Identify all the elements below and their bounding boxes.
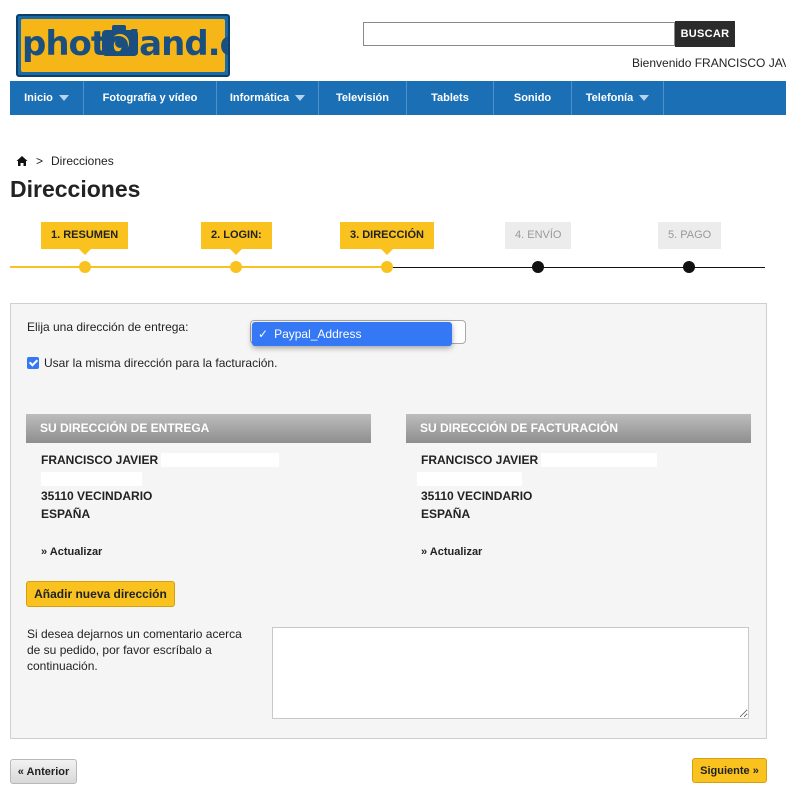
option-label: Paypal_Address xyxy=(274,327,362,341)
delivery-country: ESPAÑA xyxy=(41,507,91,521)
nav-item-informatica[interactable]: Informática xyxy=(217,81,319,115)
step-login[interactable]: 2. LOGIN: xyxy=(201,222,272,255)
nav-item-label: Televisión xyxy=(336,92,389,104)
nav-item-fotografia[interactable]: Fotografía y vídeo xyxy=(84,81,217,115)
delivery-update-link[interactable]: » Actualizar xyxy=(41,546,102,558)
step-dot-direccion xyxy=(381,261,393,273)
search-button[interactable]: BUSCAR xyxy=(675,21,735,47)
comment-prompt: Si desea dejarnos un comentario acerca d… xyxy=(27,627,242,673)
nav-item-tablets[interactable]: Tablets xyxy=(407,81,494,115)
step-dot-envio xyxy=(532,261,544,273)
delivery-name: FRANCISCO JAVIER xyxy=(41,453,159,467)
main-nav: Inicio Fotografía y vídeo Informática Te… xyxy=(10,81,786,115)
nav-item-label: Informática xyxy=(229,92,290,104)
nav-item-inicio[interactable]: Inicio xyxy=(10,81,84,115)
same-address-checkbox[interactable] xyxy=(27,357,39,369)
delivery-box-title: SU DIRECCIÓN DE ENTREGA xyxy=(26,414,371,443)
nav-item-label: Tablets xyxy=(431,92,469,104)
redacted-block xyxy=(161,453,279,467)
caret-down-icon xyxy=(295,95,306,101)
redacted-block xyxy=(541,453,657,467)
step-dot-resumen xyxy=(79,261,91,273)
delivery-address-label: Elija una dirección de entrega: xyxy=(27,320,189,334)
delivery-city: 35110 VECINDARIO xyxy=(41,489,153,503)
delivery-address-option-selected[interactable]: ✓ Paypal_Address xyxy=(252,322,452,346)
progress-line-pending xyxy=(387,267,765,268)
same-address-row: Usar la misma dirección para la facturac… xyxy=(27,356,277,370)
billing-country: ESPAÑA xyxy=(421,507,471,521)
breadcrumb-separator: > xyxy=(36,154,44,168)
previous-button[interactable]: « Anterior xyxy=(10,759,77,784)
page-title: Direcciones xyxy=(10,176,141,202)
billing-name: FRANCISCO JAVIER xyxy=(421,453,539,467)
redacted-block xyxy=(417,472,522,486)
site-logo[interactable]: photoland.es xyxy=(16,14,230,77)
next-button[interactable]: Siguiente » xyxy=(692,758,767,783)
nav-item-telefonia[interactable]: Telefonía xyxy=(572,81,664,115)
add-address-button[interactable]: Añadir nueva dirección xyxy=(26,581,175,607)
home-icon[interactable] xyxy=(16,155,28,167)
address-form-panel: Elija una dirección de entrega: ✓ Paypal… xyxy=(10,303,767,739)
nav-item-label: Inicio xyxy=(24,92,53,104)
nav-item-label: Fotografía y vídeo xyxy=(102,92,198,104)
logo-text: photoland.es xyxy=(22,24,228,64)
nav-item-sonido[interactable]: Sonido xyxy=(494,81,572,115)
nav-item-label: Sonido xyxy=(513,92,552,104)
welcome-text: Bienvenido FRANCISCO JAVIER xyxy=(632,56,786,70)
billing-update-link[interactable]: » Actualizar xyxy=(421,546,482,558)
checkmark-icon: ✓ xyxy=(258,327,269,341)
nav-item-label: Telefonía xyxy=(585,92,634,104)
comment-textarea[interactable] xyxy=(272,627,749,719)
same-address-label[interactable]: Usar la misma dirección para la facturac… xyxy=(44,356,277,370)
breadcrumb-current: Direcciones xyxy=(51,154,114,168)
nav-item-television[interactable]: Televisión xyxy=(319,81,407,115)
redacted-block xyxy=(41,472,142,486)
progress-line-done xyxy=(10,266,387,268)
step-dot-login xyxy=(230,261,242,273)
caret-down-icon xyxy=(639,95,650,101)
step-envio: 4. ENVÍO xyxy=(505,222,572,249)
billing-city: 35110 VECINDARIO xyxy=(421,489,533,503)
step-resumen[interactable]: 1. RESUMEN xyxy=(41,222,129,255)
breadcrumb: > Direcciones xyxy=(16,154,114,168)
step-direccion: 3. DIRECCIÓN xyxy=(340,222,434,255)
step-pago: 5. PAGO xyxy=(658,222,722,249)
search-input[interactable] xyxy=(363,22,675,46)
step-dot-pago xyxy=(683,261,695,273)
billing-box-title: SU DIRECCIÓN DE FACTURACIÓN xyxy=(406,414,751,443)
caret-down-icon xyxy=(58,95,69,101)
